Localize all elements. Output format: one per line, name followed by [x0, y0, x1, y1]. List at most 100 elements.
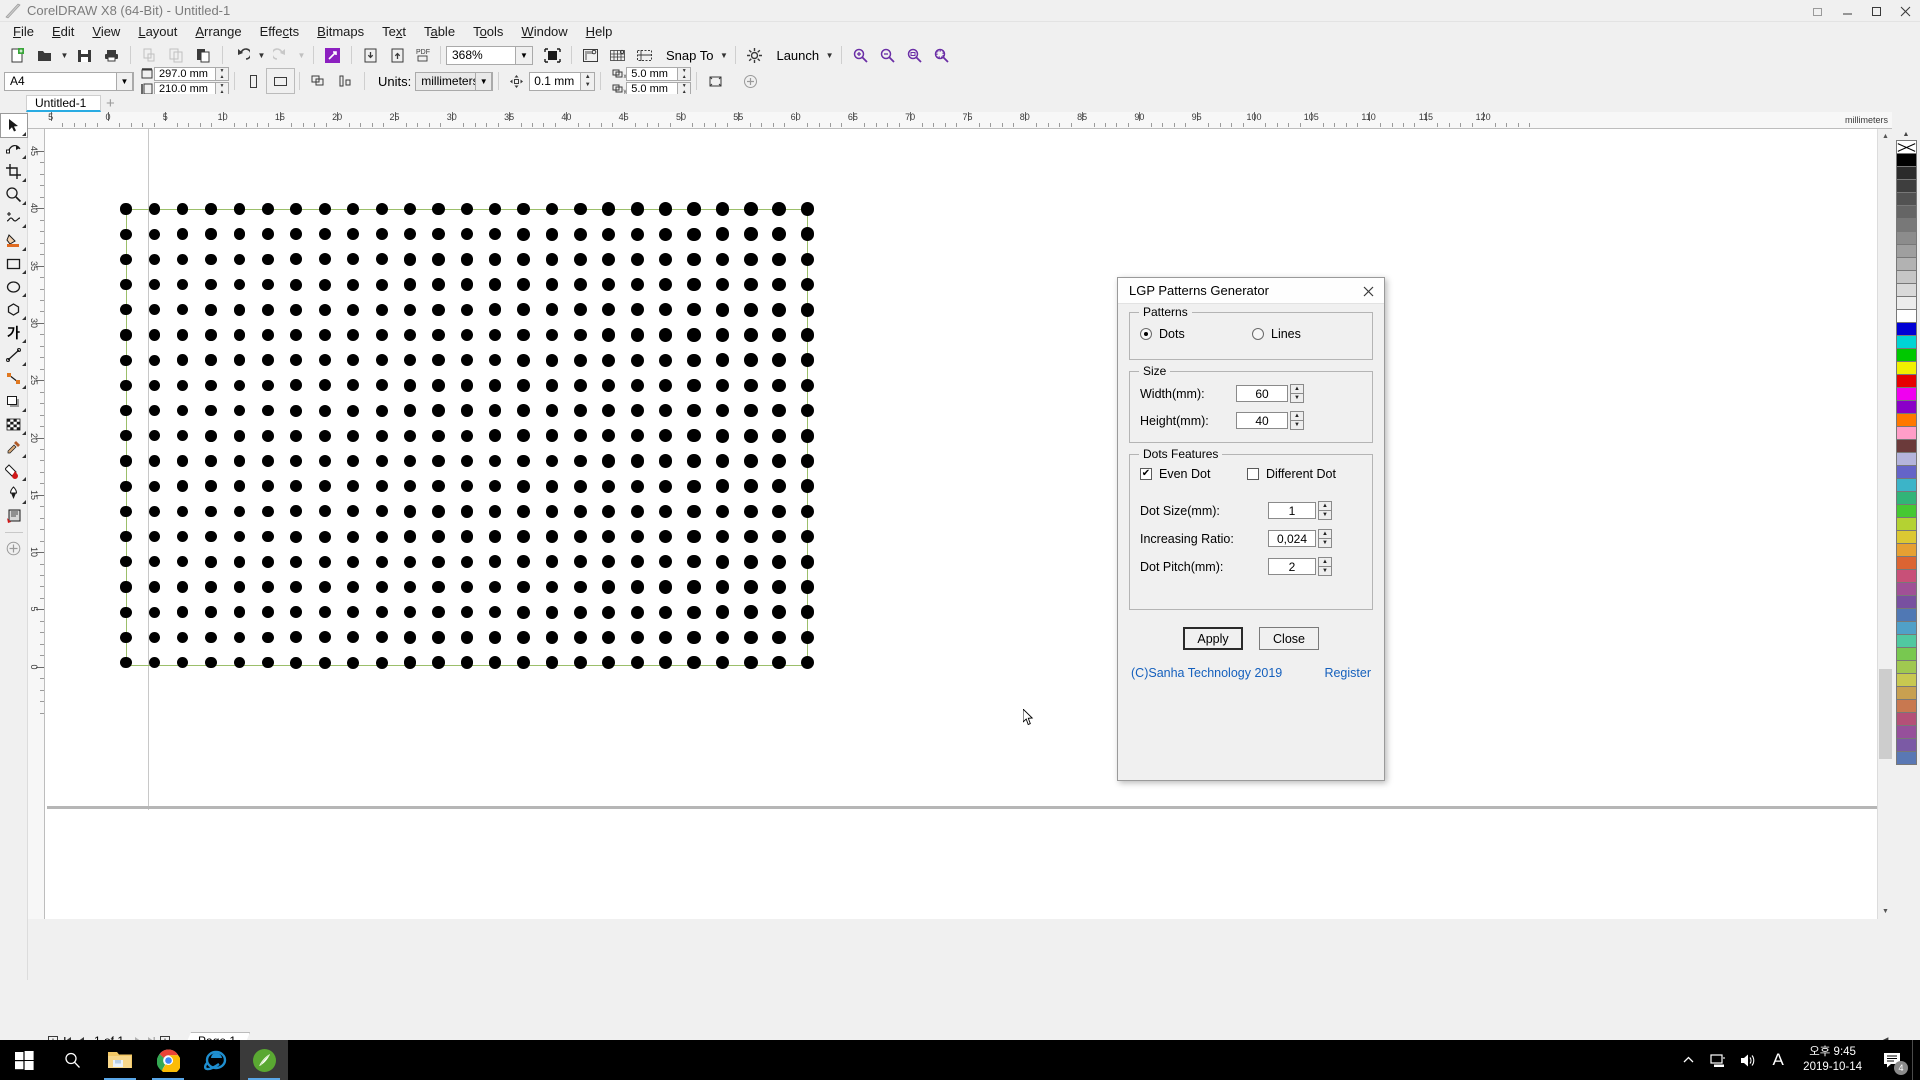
pattern-dot[interactable] [460, 253, 474, 266]
pattern-dot[interactable] [347, 278, 360, 291]
zoom-out-icon[interactable] [874, 43, 901, 67]
pattern-dot[interactable] [630, 605, 644, 619]
pattern-dot[interactable] [375, 480, 388, 493]
pattern-dot[interactable] [403, 253, 417, 266]
pattern-dot[interactable] [318, 329, 331, 341]
pattern-dot[interactable] [800, 403, 815, 418]
search-icon[interactable] [48, 1040, 96, 1080]
pattern-dot[interactable] [375, 555, 388, 568]
zoom-in-icon[interactable] [847, 43, 874, 67]
pattern-dot[interactable] [687, 479, 701, 493]
pattern-dot[interactable] [517, 303, 530, 317]
pattern-dot[interactable] [120, 405, 132, 417]
cut-icon[interactable] [136, 43, 163, 67]
pattern-dot[interactable] [177, 581, 189, 593]
spin-down-icon[interactable]: ▼ [1318, 538, 1332, 548]
pattern-dot[interactable] [120, 203, 132, 215]
pattern-dot[interactable] [744, 454, 758, 468]
palette-swatch[interactable] [1895, 608, 1917, 622]
current-page-button[interactable] [332, 69, 359, 93]
pattern-dot[interactable] [744, 605, 758, 619]
palette-swatch[interactable] [1895, 283, 1917, 297]
pattern-dot[interactable] [120, 531, 132, 543]
pattern-dot[interactable] [658, 479, 673, 493]
pattern-dot[interactable] [658, 580, 673, 594]
pattern-dot[interactable] [205, 556, 217, 568]
pattern-dot[interactable] [205, 228, 217, 240]
clock[interactable]: 오후 9:45 2019-10-14 [1793, 1045, 1872, 1075]
pick-tool[interactable] [0, 113, 28, 138]
launch-label[interactable]: Launch [768, 48, 823, 63]
pattern-dot[interactable] [460, 303, 474, 317]
pattern-dot[interactable] [744, 328, 758, 342]
pattern-dot[interactable] [800, 529, 815, 544]
dot-pitch-input[interactable]: 2 [1268, 558, 1316, 575]
pattern-dot[interactable] [262, 329, 274, 341]
pattern-dot[interactable] [233, 455, 246, 467]
pattern-dot[interactable] [403, 278, 417, 291]
pattern-dot[interactable] [205, 480, 217, 492]
smart-fill-tool[interactable] [1, 229, 27, 252]
pattern-dot[interactable] [517, 328, 530, 342]
pattern-dot[interactable] [318, 228, 331, 241]
pattern-dot[interactable] [602, 580, 616, 594]
network-icon[interactable] [1703, 1040, 1733, 1080]
palette-swatch[interactable] [1895, 439, 1917, 453]
pattern-dot[interactable] [517, 353, 530, 367]
flyout-arrow-icon[interactable] [21, 247, 26, 251]
dot-size-spinner[interactable]: ▲ ▼ [1318, 501, 1332, 520]
flyout-arrow-icon[interactable] [21, 477, 26, 481]
pattern-dot[interactable] [602, 328, 616, 342]
color-eyedropper-tool[interactable] [1, 436, 27, 459]
page-width-spinner[interactable]: ▼ ▲ [216, 66, 229, 81]
menu-help[interactable]: Help [577, 22, 622, 42]
document-tab-untitled-1[interactable]: Untitled-1 [26, 95, 102, 112]
pattern-dot[interactable] [687, 504, 701, 519]
snap-to-label[interactable]: Snap To [658, 48, 717, 63]
pattern-dot[interactable] [205, 631, 217, 644]
pattern-dot[interactable] [772, 252, 787, 267]
straight-line-connector-tool[interactable] [1, 367, 27, 390]
pattern-dot[interactable] [602, 605, 616, 619]
pattern-dot[interactable] [573, 454, 587, 468]
pattern-dot[interactable] [233, 555, 246, 568]
add-property-button[interactable] [737, 69, 764, 93]
pattern-dot[interactable] [800, 428, 815, 443]
pattern-dot[interactable] [262, 455, 274, 467]
pattern-dot[interactable] [205, 253, 217, 266]
pattern-dot[interactable] [687, 580, 701, 594]
pattern-dot[interactable] [573, 353, 587, 367]
pattern-dot[interactable] [630, 479, 644, 493]
palette-swatch[interactable] [1895, 387, 1917, 401]
pattern-dot[interactable] [318, 581, 331, 593]
orientation-landscape-button[interactable] [266, 68, 295, 94]
restore-small-icon[interactable] [1804, 0, 1833, 22]
pattern-dot[interactable] [403, 379, 417, 392]
open-recent-dropdown-icon[interactable]: ▼ [58, 43, 71, 67]
pattern-dot[interactable] [772, 630, 787, 645]
pattern-dot[interactable] [205, 329, 217, 341]
pattern-dot[interactable] [432, 328, 445, 342]
pattern-dot[interactable] [800, 202, 815, 216]
flyout-arrow-icon[interactable] [21, 454, 26, 458]
pattern-dot[interactable] [630, 303, 644, 317]
pattern-dot[interactable] [290, 278, 303, 291]
pattern-dot[interactable] [403, 429, 417, 442]
pattern-dot[interactable] [545, 353, 559, 367]
palette-swatch[interactable] [1895, 348, 1917, 362]
pattern-dot[interactable] [573, 278, 587, 292]
pattern-dot[interactable] [460, 505, 474, 518]
pattern-dot[interactable] [744, 303, 758, 317]
outline-tool[interactable] [1, 482, 27, 505]
palette-swatch[interactable] [1895, 738, 1917, 752]
drop-shadow-tool[interactable] [1, 390, 27, 413]
pattern-dot[interactable] [687, 303, 701, 317]
pattern-dot[interactable] [460, 404, 474, 417]
action-center-icon[interactable]: 4 [1872, 1040, 1912, 1080]
pattern-dot[interactable] [687, 429, 701, 443]
pattern-dot[interactable] [573, 656, 587, 670]
palette-swatch[interactable] [1895, 634, 1917, 648]
dot-pitch-spinner[interactable]: ▲ ▼ [1318, 557, 1332, 576]
palette-swatch[interactable] [1895, 504, 1917, 518]
pattern-dot[interactable] [262, 203, 274, 215]
